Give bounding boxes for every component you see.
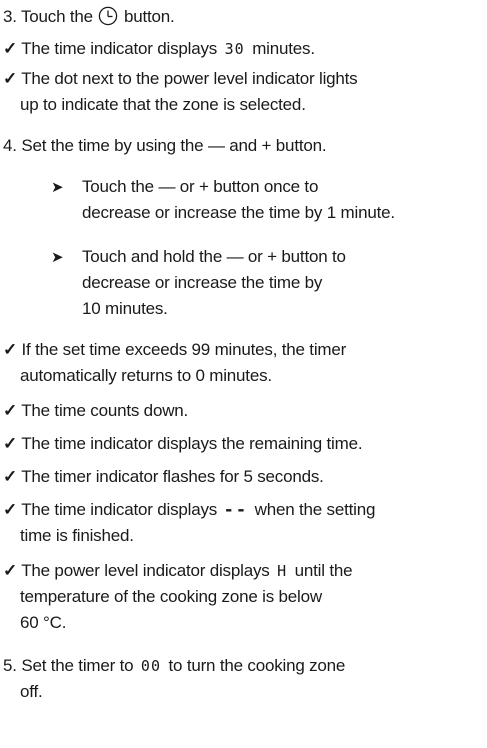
substep-text: 10 minutes. xyxy=(82,299,168,318)
result-text: The dot next to the power level indicato… xyxy=(21,69,358,88)
result-item: ✓ The time counts down. xyxy=(3,398,188,423)
substep-text: decrease or increase the time by 1 minut… xyxy=(82,203,395,222)
display-30: 30 xyxy=(224,40,245,58)
step-number: 5. xyxy=(3,656,17,675)
result-text-continued: temperature of the cooking zone is below xyxy=(20,587,322,606)
result-text: until the xyxy=(294,561,353,580)
result-item: ✓ The time indicator displays 30 minutes… xyxy=(3,36,315,62)
check-icon: ✓ xyxy=(3,69,18,88)
check-icon: ✓ xyxy=(3,467,18,486)
check-icon: ✓ xyxy=(3,340,18,359)
result-text: The time indicator displays xyxy=(21,39,218,58)
step-5-text: to turn the cooking zone xyxy=(168,656,346,675)
step-3-text-post: button. xyxy=(123,7,175,26)
result-text: The time indicator displays the remainin… xyxy=(21,434,363,453)
step-number: 3. xyxy=(3,7,17,26)
display-h: H xyxy=(277,562,288,580)
step-3: 3. Touch the button. xyxy=(3,4,175,29)
result-item: ✓ The dot next to the power level indica… xyxy=(3,66,358,91)
result-item: ✓ The power level indicator displays H u… xyxy=(3,558,353,584)
result-text: The time counts down. xyxy=(21,401,189,420)
step-3-text-pre: Touch the xyxy=(21,7,93,26)
arrow-right-icon: ➤ xyxy=(51,249,64,266)
step-4: 4. Set the time by using the — and + but… xyxy=(3,133,327,158)
check-icon: ✓ xyxy=(3,500,18,519)
check-icon: ✓ xyxy=(3,401,18,420)
step-5-text-continued: off. xyxy=(20,682,43,701)
result-item: ✓ The timer indicator flashes for 5 seco… xyxy=(3,464,324,489)
step-5-text: Set the timer to xyxy=(21,656,134,675)
check-icon: ✓ xyxy=(3,561,18,580)
result-text-continued: time is finished. xyxy=(20,526,134,545)
result-item: ✓ The time indicator displays -- when th… xyxy=(3,497,375,523)
display-dashes: -- xyxy=(223,500,249,520)
result-text: when the setting xyxy=(254,500,376,519)
step-5: 5. Set the timer to 00 to turn the cooki… xyxy=(3,653,345,679)
result-text: The power level indicator displays xyxy=(21,561,270,580)
result-text: If the set time exceeds 99 minutes, the … xyxy=(21,340,347,359)
substep-text: Touch the — or + button once to xyxy=(82,177,319,196)
substep-text: decrease or increase the time by xyxy=(82,273,323,292)
result-text-continued: 60 °C. xyxy=(20,613,67,632)
result-item: ✓ The time indicator displays the remain… xyxy=(3,431,363,456)
timer-clock-icon xyxy=(99,6,118,26)
result-text: minutes. xyxy=(252,39,315,58)
result-text-continued: up to indicate that the zone is selected… xyxy=(20,95,306,114)
arrow-right-icon: ➤ xyxy=(51,179,64,196)
step-number: 4. xyxy=(3,136,17,155)
display-00: 00 xyxy=(140,657,161,675)
result-text: The time indicator displays xyxy=(21,500,218,519)
result-item: ✓ If the set time exceeds 99 minutes, th… xyxy=(3,337,346,362)
check-icon: ✓ xyxy=(3,434,18,453)
result-text: The timer indicator flashes for 5 second… xyxy=(21,467,324,486)
check-icon: ✓ xyxy=(3,39,18,58)
result-text-continued: automatically returns to 0 minutes. xyxy=(20,366,272,385)
substep-text: Touch and hold the — or + button to xyxy=(82,247,346,266)
step-4-text: Set the time by using the — and + button… xyxy=(21,136,327,155)
